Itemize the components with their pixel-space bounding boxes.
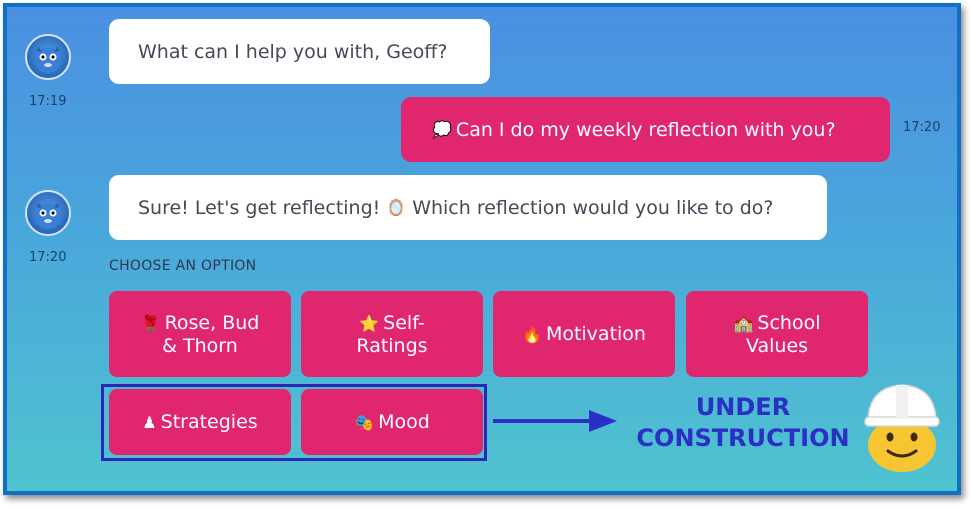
bot-message-text: Which reflection would you like to do? [412,196,774,219]
option-label: Rose, Bud [164,311,260,334]
user-message: 💭 Can I do my weekly reflection with you… [401,97,890,162]
mirror-icon: 🪞 [386,198,407,217]
option-school-values-button[interactable]: 🏫 School Values [686,291,868,377]
message-time: 17:19 [29,94,67,109]
bot-message-text: What can I help you with, Geoff? [138,40,448,63]
star-icon: ⭐ [359,313,380,333]
option-label: School [757,311,821,334]
bot-avatar [25,34,71,80]
option-motivation-button[interactable]: 🔥 Motivation [493,291,675,377]
option-self-ratings-button[interactable]: ⭐ Self- Ratings [301,291,483,377]
option-label: Motivation [545,322,646,345]
bot-message-text: Sure! Let's get reflecting! [138,196,381,219]
annotation-highlight-box [101,384,487,461]
bot-avatar [25,190,71,236]
annotation-text: UNDER [695,393,791,421]
rose-icon: 🌹 [140,313,161,333]
option-rose-bud-thorn-button[interactable]: 🌹 Rose, Bud & Thorn [109,291,291,377]
bot-message: What can I help you with, Geoff? [109,19,490,84]
user-message-text: Can I do my weekly reflection with you? [455,118,836,141]
chat-window: 17:19 What can I help you with, Geoff? 💭… [3,3,961,495]
choose-option-label: CHOOSE AN OPTION [109,258,257,274]
option-label: Self- [383,311,425,334]
speech-bubble-icon: 💭 [432,120,452,139]
school-icon: 🏫 [733,313,754,333]
message-time: 17:20 [29,250,67,265]
option-label: & Thorn [162,334,238,357]
option-label: Values [745,334,809,357]
bot-message: Sure! Let's get reflecting! 🪞 Which refl… [109,175,827,240]
message-time: 17:20 [903,120,941,135]
fire-icon: 🔥 [522,324,542,344]
annotation-text: CONSTRUCTION [636,424,850,452]
under-construction-label: UNDER CONSTRUCTION [627,392,859,454]
annotation-arrow-icon [493,410,617,432]
option-label: Ratings [356,334,428,357]
construction-worker-icon [864,384,940,472]
